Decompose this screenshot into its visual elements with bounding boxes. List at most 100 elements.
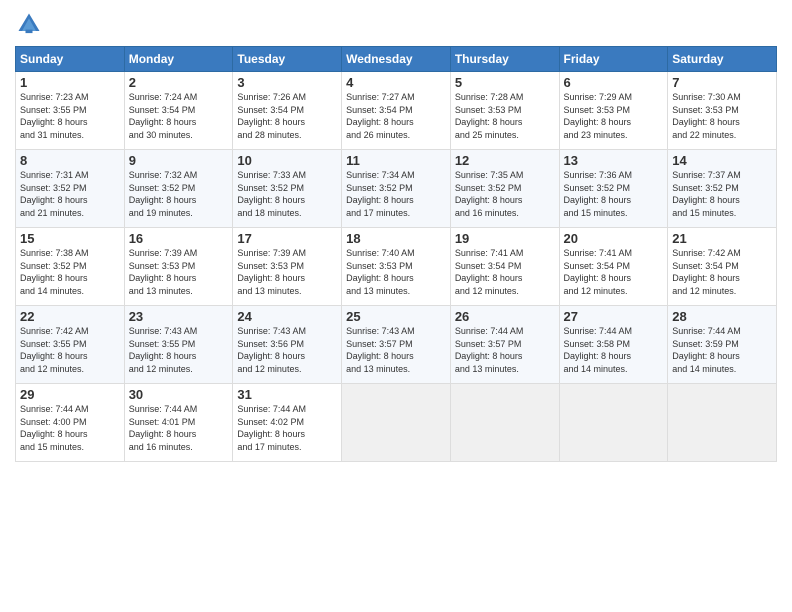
calendar-day-20: 20Sunrise: 7:41 AMSunset: 3:54 PMDayligh… bbox=[559, 228, 668, 306]
day-info: Sunrise: 7:44 AMSunset: 3:59 PMDaylight:… bbox=[672, 325, 772, 375]
empty-cell bbox=[342, 384, 451, 462]
day-info: Sunrise: 7:39 AMSunset: 3:53 PMDaylight:… bbox=[129, 247, 229, 297]
calendar-table: Sunday Monday Tuesday Wednesday Thursday… bbox=[15, 46, 777, 462]
col-friday: Friday bbox=[559, 47, 668, 72]
day-number: 23 bbox=[129, 309, 229, 324]
day-info: Sunrise: 7:28 AMSunset: 3:53 PMDaylight:… bbox=[455, 91, 555, 141]
col-wednesday: Wednesday bbox=[342, 47, 451, 72]
day-info: Sunrise: 7:42 AMSunset: 3:55 PMDaylight:… bbox=[20, 325, 120, 375]
day-info: Sunrise: 7:42 AMSunset: 3:54 PMDaylight:… bbox=[672, 247, 772, 297]
calendar-day-15: 15Sunrise: 7:38 AMSunset: 3:52 PMDayligh… bbox=[16, 228, 125, 306]
day-number: 5 bbox=[455, 75, 555, 90]
empty-cell bbox=[559, 384, 668, 462]
day-number: 17 bbox=[237, 231, 337, 246]
day-info: Sunrise: 7:43 AMSunset: 3:57 PMDaylight:… bbox=[346, 325, 446, 375]
calendar-week-2: 8Sunrise: 7:31 AMSunset: 3:52 PMDaylight… bbox=[16, 150, 777, 228]
calendar-day-16: 16Sunrise: 7:39 AMSunset: 3:53 PMDayligh… bbox=[124, 228, 233, 306]
day-info: Sunrise: 7:31 AMSunset: 3:52 PMDaylight:… bbox=[20, 169, 120, 219]
calendar-day-31: 31Sunrise: 7:44 AMSunset: 4:02 PMDayligh… bbox=[233, 384, 342, 462]
day-info: Sunrise: 7:23 AMSunset: 3:55 PMDaylight:… bbox=[20, 91, 120, 141]
header bbox=[15, 10, 777, 38]
calendar-day-12: 12Sunrise: 7:35 AMSunset: 3:52 PMDayligh… bbox=[450, 150, 559, 228]
calendar-day-17: 17Sunrise: 7:39 AMSunset: 3:53 PMDayligh… bbox=[233, 228, 342, 306]
day-number: 10 bbox=[237, 153, 337, 168]
calendar-day-7: 7Sunrise: 7:30 AMSunset: 3:53 PMDaylight… bbox=[668, 72, 777, 150]
day-number: 22 bbox=[20, 309, 120, 324]
day-number: 18 bbox=[346, 231, 446, 246]
calendar-day-25: 25Sunrise: 7:43 AMSunset: 3:57 PMDayligh… bbox=[342, 306, 451, 384]
day-info: Sunrise: 7:41 AMSunset: 3:54 PMDaylight:… bbox=[455, 247, 555, 297]
calendar-day-24: 24Sunrise: 7:43 AMSunset: 3:56 PMDayligh… bbox=[233, 306, 342, 384]
day-info: Sunrise: 7:39 AMSunset: 3:53 PMDaylight:… bbox=[237, 247, 337, 297]
day-info: Sunrise: 7:24 AMSunset: 3:54 PMDaylight:… bbox=[129, 91, 229, 141]
calendar-day-30: 30Sunrise: 7:44 AMSunset: 4:01 PMDayligh… bbox=[124, 384, 233, 462]
col-tuesday: Tuesday bbox=[233, 47, 342, 72]
calendar-week-3: 15Sunrise: 7:38 AMSunset: 3:52 PMDayligh… bbox=[16, 228, 777, 306]
day-number: 28 bbox=[672, 309, 772, 324]
day-info: Sunrise: 7:37 AMSunset: 3:52 PMDaylight:… bbox=[672, 169, 772, 219]
day-info: Sunrise: 7:44 AMSunset: 3:58 PMDaylight:… bbox=[564, 325, 664, 375]
day-info: Sunrise: 7:32 AMSunset: 3:52 PMDaylight:… bbox=[129, 169, 229, 219]
day-number: 9 bbox=[129, 153, 229, 168]
calendar-week-1: 1Sunrise: 7:23 AMSunset: 3:55 PMDaylight… bbox=[16, 72, 777, 150]
logo-icon bbox=[15, 10, 43, 38]
day-number: 11 bbox=[346, 153, 446, 168]
day-info: Sunrise: 7:35 AMSunset: 3:52 PMDaylight:… bbox=[455, 169, 555, 219]
col-saturday: Saturday bbox=[668, 47, 777, 72]
calendar-day-9: 9Sunrise: 7:32 AMSunset: 3:52 PMDaylight… bbox=[124, 150, 233, 228]
col-monday: Monday bbox=[124, 47, 233, 72]
day-info: Sunrise: 7:34 AMSunset: 3:52 PMDaylight:… bbox=[346, 169, 446, 219]
calendar-day-8: 8Sunrise: 7:31 AMSunset: 3:52 PMDaylight… bbox=[16, 150, 125, 228]
day-info: Sunrise: 7:30 AMSunset: 3:53 PMDaylight:… bbox=[672, 91, 772, 141]
calendar-day-23: 23Sunrise: 7:43 AMSunset: 3:55 PMDayligh… bbox=[124, 306, 233, 384]
calendar-day-11: 11Sunrise: 7:34 AMSunset: 3:52 PMDayligh… bbox=[342, 150, 451, 228]
day-info: Sunrise: 7:38 AMSunset: 3:52 PMDaylight:… bbox=[20, 247, 120, 297]
day-info: Sunrise: 7:33 AMSunset: 3:52 PMDaylight:… bbox=[237, 169, 337, 219]
day-number: 8 bbox=[20, 153, 120, 168]
day-number: 13 bbox=[564, 153, 664, 168]
calendar-day-2: 2Sunrise: 7:24 AMSunset: 3:54 PMDaylight… bbox=[124, 72, 233, 150]
calendar-day-18: 18Sunrise: 7:40 AMSunset: 3:53 PMDayligh… bbox=[342, 228, 451, 306]
day-info: Sunrise: 7:26 AMSunset: 3:54 PMDaylight:… bbox=[237, 91, 337, 141]
day-number: 25 bbox=[346, 309, 446, 324]
day-info: Sunrise: 7:41 AMSunset: 3:54 PMDaylight:… bbox=[564, 247, 664, 297]
calendar-week-4: 22Sunrise: 7:42 AMSunset: 3:55 PMDayligh… bbox=[16, 306, 777, 384]
day-number: 19 bbox=[455, 231, 555, 246]
col-thursday: Thursday bbox=[450, 47, 559, 72]
day-info: Sunrise: 7:44 AMSunset: 3:57 PMDaylight:… bbox=[455, 325, 555, 375]
page-container: Sunday Monday Tuesday Wednesday Thursday… bbox=[0, 0, 792, 472]
day-number: 27 bbox=[564, 309, 664, 324]
day-number: 1 bbox=[20, 75, 120, 90]
calendar-day-19: 19Sunrise: 7:41 AMSunset: 3:54 PMDayligh… bbox=[450, 228, 559, 306]
calendar-week-5: 29Sunrise: 7:44 AMSunset: 4:00 PMDayligh… bbox=[16, 384, 777, 462]
calendar-day-4: 4Sunrise: 7:27 AMSunset: 3:54 PMDaylight… bbox=[342, 72, 451, 150]
day-info: Sunrise: 7:27 AMSunset: 3:54 PMDaylight:… bbox=[346, 91, 446, 141]
empty-cell bbox=[450, 384, 559, 462]
col-sunday: Sunday bbox=[16, 47, 125, 72]
calendar-day-26: 26Sunrise: 7:44 AMSunset: 3:57 PMDayligh… bbox=[450, 306, 559, 384]
day-number: 26 bbox=[455, 309, 555, 324]
day-number: 15 bbox=[20, 231, 120, 246]
day-number: 20 bbox=[564, 231, 664, 246]
calendar-body: 1Sunrise: 7:23 AMSunset: 3:55 PMDaylight… bbox=[16, 72, 777, 462]
calendar-day-28: 28Sunrise: 7:44 AMSunset: 3:59 PMDayligh… bbox=[668, 306, 777, 384]
day-info: Sunrise: 7:44 AMSunset: 4:00 PMDaylight:… bbox=[20, 403, 120, 453]
logo bbox=[15, 10, 47, 38]
day-number: 2 bbox=[129, 75, 229, 90]
day-info: Sunrise: 7:36 AMSunset: 3:52 PMDaylight:… bbox=[564, 169, 664, 219]
day-number: 24 bbox=[237, 309, 337, 324]
day-number: 29 bbox=[20, 387, 120, 402]
day-info: Sunrise: 7:44 AMSunset: 4:02 PMDaylight:… bbox=[237, 403, 337, 453]
day-number: 6 bbox=[564, 75, 664, 90]
calendar-day-6: 6Sunrise: 7:29 AMSunset: 3:53 PMDaylight… bbox=[559, 72, 668, 150]
day-number: 21 bbox=[672, 231, 772, 246]
day-number: 7 bbox=[672, 75, 772, 90]
day-info: Sunrise: 7:40 AMSunset: 3:53 PMDaylight:… bbox=[346, 247, 446, 297]
calendar-day-21: 21Sunrise: 7:42 AMSunset: 3:54 PMDayligh… bbox=[668, 228, 777, 306]
calendar-day-13: 13Sunrise: 7:36 AMSunset: 3:52 PMDayligh… bbox=[559, 150, 668, 228]
calendar-day-22: 22Sunrise: 7:42 AMSunset: 3:55 PMDayligh… bbox=[16, 306, 125, 384]
day-number: 3 bbox=[237, 75, 337, 90]
calendar-day-5: 5Sunrise: 7:28 AMSunset: 3:53 PMDaylight… bbox=[450, 72, 559, 150]
empty-cell bbox=[668, 384, 777, 462]
day-info: Sunrise: 7:43 AMSunset: 3:55 PMDaylight:… bbox=[129, 325, 229, 375]
